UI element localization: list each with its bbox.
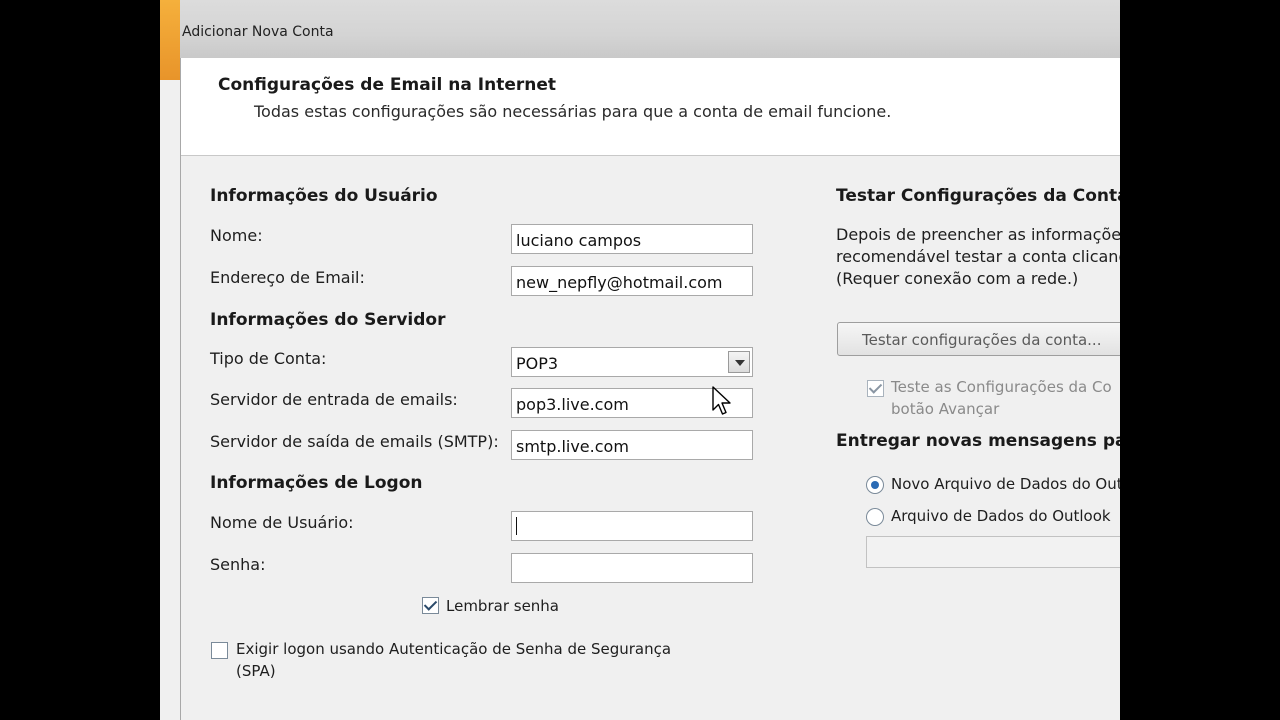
header-title: Configurações de Email na Internet <box>218 75 557 95</box>
incoming-server-label: Servidor de entrada de emails: <box>210 390 458 409</box>
spa-checkbox[interactable] <box>211 642 228 659</box>
password-input[interactable] <box>511 553 753 583</box>
text-caret <box>516 517 517 535</box>
username-label: Nome de Usuário: <box>210 513 354 532</box>
header-subtitle: Todas estas configurações são necessária… <box>254 102 892 121</box>
account-dialog: Configurações de Email na Internet Todas… <box>180 58 1120 720</box>
window-titlebar: Adicionar Nova Conta <box>160 0 1120 80</box>
dialog-header: Configurações de Email na Internet Todas… <box>181 58 1120 156</box>
new-data-file-label: Novo Arquivo de Dados do Out <box>891 475 1120 493</box>
deliver-title: Entregar novas mensagens pa <box>836 431 1120 451</box>
test-desc-line1: Depois de preencher as informações <box>836 225 1120 244</box>
auto-test-label-line2: botão Avançar <box>891 400 1000 418</box>
account-type-label: Tipo de Conta: <box>210 349 327 368</box>
remember-password-label: Lembrar senha <box>446 597 559 615</box>
spa-label-line2: (SPA) <box>236 662 276 680</box>
test-desc-line3: (Requer conexão com a rede.) <box>836 269 1079 288</box>
auto-test-label-line1: Teste as Configurações da Co <box>891 378 1112 396</box>
outgoing-server-label: Servidor de saída de emails (SMTP): <box>210 432 499 451</box>
screen: Adicionar Nova Conta Configurações de Em… <box>160 0 1120 720</box>
window-accent <box>160 0 180 80</box>
email-input[interactable]: new_nepfly@hotmail.com <box>511 266 753 296</box>
name-label: Nome: <box>210 226 263 245</box>
logon-info-title: Informações de Logon <box>210 473 423 493</box>
window-title: Adicionar Nova Conta <box>182 24 334 40</box>
email-label: Endereço de Email: <box>210 268 365 287</box>
chevron-down-icon[interactable] <box>728 351 750 373</box>
account-type-select[interactable]: POP3 <box>511 347 753 377</box>
spa-label-line1: Exigir logon usando Autenticação de Senh… <box>236 640 672 658</box>
existing-data-file-field <box>866 536 1120 568</box>
user-info-title: Informações do Usuário <box>210 186 438 206</box>
existing-data-file-label: Arquivo de Dados do Outlook <box>891 507 1111 525</box>
test-desc-line2: recomendável testar a conta clicand <box>836 247 1120 266</box>
new-data-file-radio[interactable] <box>866 476 884 494</box>
password-label: Senha: <box>210 555 266 574</box>
test-account-settings-button[interactable]: Testar configurações da conta... <box>837 322 1120 356</box>
existing-data-file-radio[interactable] <box>866 508 884 526</box>
outgoing-server-input[interactable]: smtp.live.com <box>511 430 753 460</box>
test-settings-title: Testar Configurações da Conta <box>836 186 1120 206</box>
username-input[interactable] <box>511 511 753 541</box>
remember-password-checkbox[interactable] <box>422 597 439 614</box>
name-input[interactable]: luciano campos <box>511 224 753 254</box>
server-info-title: Informações do Servidor <box>210 310 446 330</box>
account-type-value: POP3 <box>516 354 559 373</box>
mouse-cursor-icon <box>712 386 731 415</box>
auto-test-checkbox[interactable] <box>867 380 884 397</box>
